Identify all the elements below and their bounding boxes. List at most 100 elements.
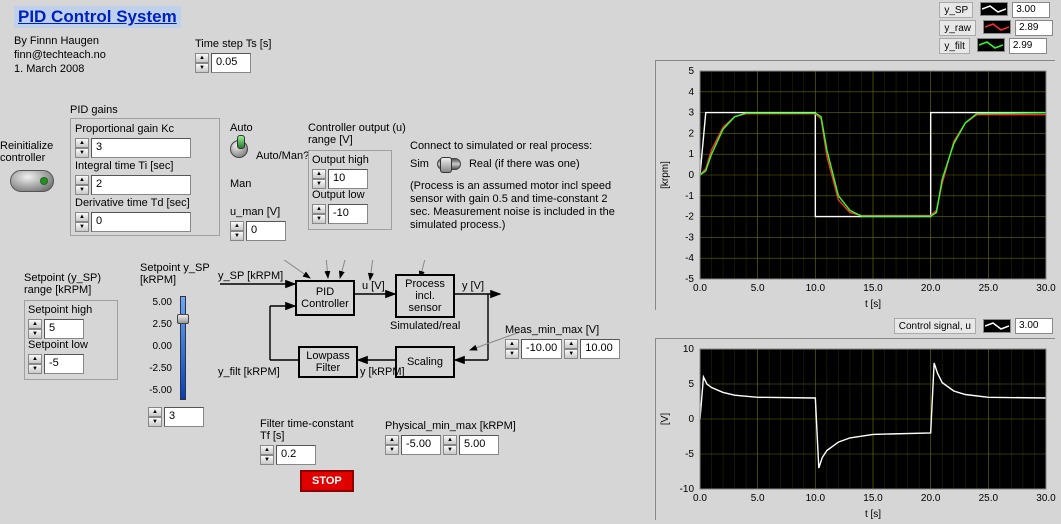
- reinit-label: Reinitialize controller: [0, 140, 60, 164]
- legend-yfilt-value: 2.99: [1009, 38, 1047, 54]
- svg-text:30.0: 30.0: [1036, 283, 1056, 294]
- ctrl-out-label: Controller output (u) range [V]: [308, 122, 406, 146]
- sp-low-label: Setpoint low: [28, 339, 114, 351]
- uman-label: u_man [V]: [230, 206, 286, 218]
- connect-label: Connect to simulated or real process:: [410, 140, 630, 152]
- ti-value[interactable]: 2: [91, 175, 191, 195]
- legend-u: Control signal, u: [894, 318, 976, 334]
- chevron-up-icon[interactable]: ▲: [195, 53, 209, 63]
- svg-text:0: 0: [688, 414, 694, 425]
- byline: By Finnn Haugen finn@techteach.no 1. Mar…: [14, 34, 106, 76]
- meas-max-input[interactable]: ▲▼10.00: [564, 339, 620, 359]
- page-title: PID Control System: [14, 6, 181, 28]
- legend-yraw: y_raw: [939, 20, 976, 36]
- uman-input[interactable]: ▲▼ 0: [230, 221, 286, 241]
- slider-value-input[interactable]: ▲▼ 3: [148, 407, 204, 427]
- sim-label: Sim: [410, 158, 429, 170]
- meas-min-input[interactable]: ▲▼-10.00: [505, 339, 562, 359]
- yfilt-label: y_filt [kRPM]: [218, 366, 280, 378]
- meas-label: Meas_min_max [V]: [505, 324, 620, 336]
- out-high-label: Output high: [312, 154, 388, 166]
- svg-text:-1: -1: [685, 191, 694, 202]
- u-label: u [V]: [362, 280, 385, 292]
- svg-text:10: 10: [683, 344, 695, 355]
- sp-low-input[interactable]: ▲▼ -5: [28, 354, 84, 374]
- time-step-value[interactable]: 0.05: [211, 53, 251, 73]
- svg-text:10.0: 10.0: [806, 283, 826, 294]
- reinitialize-button[interactable]: [10, 170, 54, 192]
- filter-tc-input[interactable]: ▲▼ 0.2: [260, 445, 316, 465]
- legend-ysp-value: 3.00: [1012, 2, 1050, 18]
- slider-tick: 0.00: [140, 336, 172, 358]
- slider-tick: 5.00: [140, 292, 172, 314]
- time-step-input[interactable]: ▲▼ 0.05: [195, 53, 251, 73]
- real-label: Real (if there was one): [469, 158, 580, 170]
- svg-text:0.0: 0.0: [693, 283, 707, 294]
- stop-button[interactable]: STOP: [300, 470, 354, 492]
- kc-value[interactable]: 3: [91, 138, 191, 158]
- slider-label: Setpoint y_SP [kRPM]: [140, 262, 210, 286]
- svg-text:-3: -3: [685, 232, 694, 243]
- connect-note: (Process is an assumed motor incl speed …: [410, 180, 630, 232]
- legend-yraw-value: 2.89: [1015, 20, 1053, 36]
- svg-text:-10: -10: [680, 484, 695, 495]
- date: 1. March 2008: [14, 62, 106, 76]
- svg-text:5: 5: [688, 66, 694, 77]
- phys-max-input[interactable]: ▲▼5.00: [443, 435, 499, 455]
- svg-text:20.0: 20.0: [921, 283, 941, 294]
- uman-value[interactable]: 0: [246, 221, 286, 241]
- phys-label: Physical_min_max [kRPM]: [385, 420, 516, 432]
- process-block: Process incl. sensor: [395, 274, 455, 318]
- out-low-input[interactable]: ▲▼ -10: [312, 204, 368, 224]
- sp-range-label: Setpoint (y_SP) range [kRPM]: [24, 272, 101, 296]
- pid-gains-label: PID gains: [70, 104, 118, 116]
- svg-text:[V]: [V]: [660, 413, 671, 425]
- phys-min-input[interactable]: ▲▼-5.00: [385, 435, 441, 455]
- svg-text:15.0: 15.0: [863, 283, 883, 294]
- sp-low-value[interactable]: -5: [44, 354, 84, 374]
- pid-block: PID Controller: [295, 280, 355, 316]
- slider-value[interactable]: 3: [164, 407, 204, 427]
- svg-text:15.0: 15.0: [863, 493, 883, 504]
- ti-input[interactable]: ▲▼ 2: [75, 175, 191, 195]
- sp-high-label: Setpoint high: [28, 304, 114, 316]
- svg-text:t [s]: t [s]: [865, 299, 881, 310]
- auto-label: Auto: [230, 122, 253, 134]
- out-high-value[interactable]: 10: [328, 169, 368, 189]
- td-input[interactable]: ▲▼ 0: [75, 212, 191, 232]
- svg-text:2: 2: [688, 128, 694, 139]
- out-high-input[interactable]: ▲▼ 10: [312, 169, 368, 189]
- svg-text:30.0: 30.0: [1036, 493, 1056, 504]
- svg-text:3: 3: [688, 108, 694, 119]
- svg-text:0: 0: [688, 170, 694, 181]
- svg-text:[krpm]: [krpm]: [660, 161, 671, 189]
- filter-tc-value[interactable]: 0.2: [276, 445, 316, 465]
- svg-text:4: 4: [688, 87, 694, 98]
- top-chart: 0.05.010.015.020.025.030.0-5-4-3-2-10123…: [655, 60, 1055, 310]
- svg-text:5: 5: [688, 379, 694, 390]
- svg-text:5.0: 5.0: [751, 493, 765, 504]
- email: finn@techteach.no: [14, 48, 106, 62]
- setpoint-slider-knob[interactable]: [177, 314, 189, 324]
- svg-text:-4: -4: [685, 253, 694, 264]
- sim-real-switch[interactable]: [437, 158, 461, 170]
- ti-label: Integral time Ti [sec]: [75, 160, 215, 172]
- slider-tick: -5.00: [140, 380, 172, 402]
- out-low-value[interactable]: -10: [328, 204, 368, 224]
- lowpass-block: Lowpass Filter: [298, 346, 358, 378]
- auto-man-label: Auto/Man?: [256, 150, 309, 162]
- auto-man-switch[interactable]: [230, 140, 248, 158]
- slider-tick: 2.50: [140, 314, 172, 336]
- svg-text:10.0: 10.0: [806, 493, 826, 504]
- y-label: y [V]: [462, 280, 484, 292]
- kc-input[interactable]: ▲▼ 3: [75, 138, 191, 158]
- sp-high-input[interactable]: ▲▼ 5: [28, 319, 84, 339]
- svg-text:-5: -5: [685, 449, 694, 460]
- chevron-down-icon[interactable]: ▼: [195, 63, 209, 73]
- setpoint-slider-track[interactable]: [180, 296, 186, 400]
- sp-high-value[interactable]: 5: [44, 319, 84, 339]
- legend-ysp: y_SP: [939, 2, 973, 18]
- man-label: Man: [230, 178, 253, 190]
- td-value[interactable]: 0: [91, 212, 191, 232]
- ysp-label: y_SP [kRPM]: [218, 270, 283, 282]
